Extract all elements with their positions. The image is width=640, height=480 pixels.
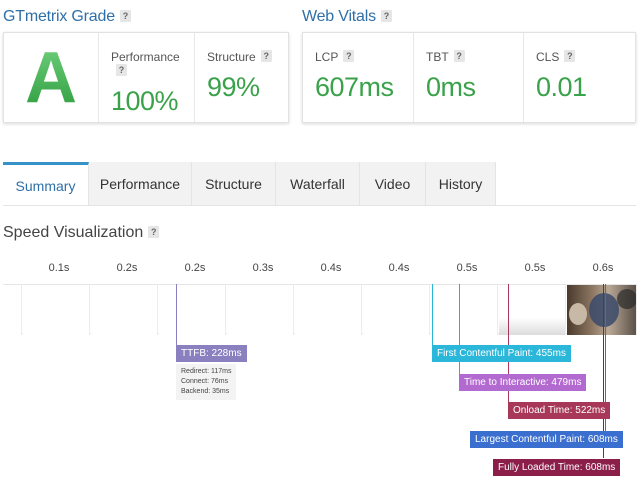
cls-metric: CLS? 0.01 [523, 33, 635, 122]
help-icon[interactable]: ? [453, 50, 465, 62]
lcp-value: 607ms [315, 72, 394, 102]
tbt-metric: TBT? 0ms [413, 33, 523, 122]
connect-time: Connect: 76ms [181, 378, 229, 385]
ttfb-breakdown: Redirect: 117ms Connect: 76ms Backend: 3… [176, 364, 237, 400]
web-vitals-title-text: Web Vitals [302, 8, 376, 25]
help-icon[interactable]: ? [380, 10, 392, 22]
time-tick: 0.4s [388, 262, 410, 274]
tab-waterfall[interactable]: Waterfall [276, 162, 360, 206]
tab-summary[interactable]: Summary [3, 162, 89, 206]
filmstrip-frame[interactable] [23, 285, 90, 335]
metric-label: Structure? [207, 50, 289, 64]
filmstrip-frame[interactable] [295, 285, 362, 335]
structure-metric: Structure? 99% [194, 33, 289, 122]
tab-structure[interactable]: Structure [192, 162, 276, 206]
ttfb-line [176, 284, 177, 352]
redirect-time: Redirect: 117ms [181, 368, 232, 375]
filmstrip-frame-screenshot[interactable] [567, 285, 637, 335]
time-tick: 0.3s [252, 262, 274, 274]
filmstrip-frame[interactable] [431, 285, 498, 335]
filmstrip-frame[interactable] [363, 285, 430, 335]
time-tick: 0.4s [320, 262, 342, 274]
tabs-divider [3, 205, 636, 206]
vitals-panel: LCP? 607ms TBT? 0ms CLS? 0.01 [302, 32, 636, 123]
time-tick: 0.2s [184, 262, 206, 274]
filmstrip-frame[interactable] [159, 285, 226, 335]
filmstrip-frame[interactable] [227, 285, 294, 335]
fully-loaded-marker[interactable]: Fully Loaded Time: 608ms [493, 459, 621, 476]
tab-history[interactable]: History [426, 162, 496, 206]
time-tick: 0.5s [524, 262, 546, 274]
metric-label: TBT? [426, 50, 523, 64]
tab-video[interactable]: Video [360, 162, 426, 206]
speed-visualization-title: Speed Visualization? [3, 224, 160, 242]
tbt-value: 0ms [426, 72, 476, 102]
onload-marker[interactable]: Onload Time: 522ms [508, 402, 611, 419]
help-icon[interactable]: ? [260, 50, 272, 62]
metric-label: Performance? [111, 50, 180, 76]
filmstrip-frame[interactable] [3, 285, 22, 335]
metric-label: LCP? [315, 50, 413, 64]
time-tick: 0.5s [456, 262, 478, 274]
grade-letter: A [25, 37, 77, 118]
filmstrip-frame[interactable] [499, 285, 566, 335]
speed-visualization-title-text: Speed Visualization [3, 224, 144, 241]
gtmetrix-grade-title-text: GTmetrix Grade [3, 8, 115, 25]
help-icon[interactable]: ? [564, 50, 576, 62]
tti-line [459, 284, 460, 378]
web-vitals-title: Web Vitals? [302, 8, 392, 26]
filmstrip [3, 284, 637, 335]
help-icon[interactable]: ? [116, 64, 127, 76]
lcp-metric: LCP? 607ms [303, 33, 413, 122]
fcp-line [432, 284, 433, 354]
tab-performance[interactable]: Performance [89, 162, 192, 206]
grade-badge: A [4, 33, 98, 122]
ttfb-marker[interactable]: TTFB: 228ms [176, 345, 247, 362]
speed-timeline: 0.1s 0.2s 0.2s 0.3s 0.4s 0.4s 0.5s 0.5s … [3, 258, 637, 480]
fcp-marker[interactable]: First Contentful Paint: 455ms [432, 345, 571, 362]
performance-value: 100% [111, 86, 179, 116]
gtmetrix-grade-title: GTmetrix Grade? [3, 8, 131, 26]
metric-label: CLS? [536, 50, 635, 64]
help-icon[interactable]: ? [119, 10, 131, 22]
lcp-marker[interactable]: Largest Contentful Paint: 608ms [470, 431, 623, 448]
help-icon[interactable]: ? [343, 50, 355, 62]
performance-metric: Performance? 100% [98, 33, 194, 122]
grade-panel: A Performance? 100% Structure? 99% [3, 32, 289, 123]
time-tick: 0.6s [592, 262, 614, 274]
report-tabs: Summary Performance Structure Waterfall … [3, 162, 636, 206]
cls-value: 0.01 [536, 72, 587, 102]
tti-marker[interactable]: Time to Interactive: 479ms [459, 374, 587, 391]
backend-time: Backend: 35ms [181, 388, 230, 395]
help-icon[interactable]: ? [148, 226, 160, 238]
time-tick: 0.2s [116, 262, 138, 274]
structure-value: 99% [207, 72, 260, 102]
filmstrip-frame[interactable] [91, 285, 158, 335]
time-tick: 0.1s [48, 262, 70, 274]
